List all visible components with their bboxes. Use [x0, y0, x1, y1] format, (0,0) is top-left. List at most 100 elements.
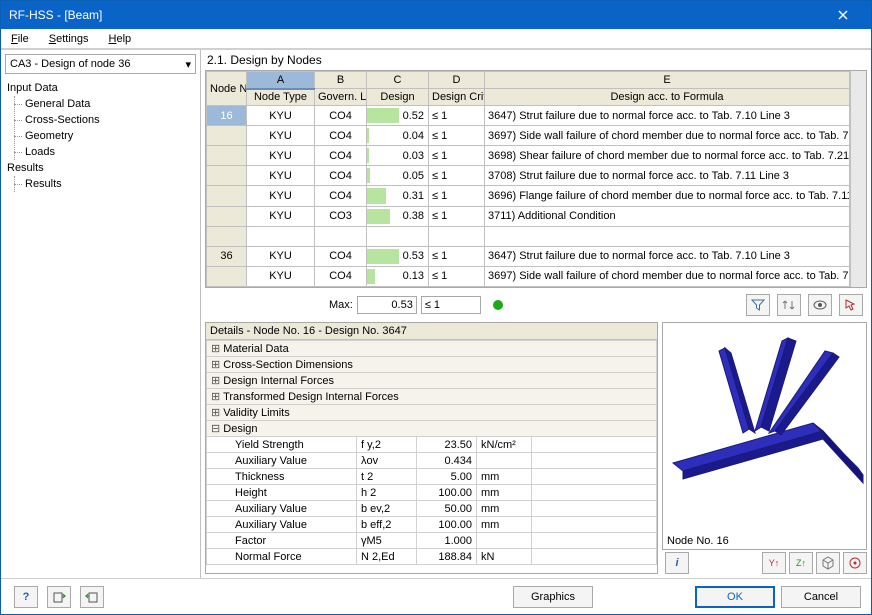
row-head[interactable]	[207, 146, 247, 166]
help-button[interactable]: ?	[14, 586, 38, 608]
menu-help[interactable]: Help	[103, 31, 138, 47]
cell-type[interactable]: KYU	[247, 266, 315, 286]
cell-type[interactable]: KYU	[247, 126, 315, 146]
max-value-input[interactable]	[357, 296, 417, 314]
col-formula[interactable]: Design acc. to Formula	[485, 89, 850, 106]
cell-criterion[interactable]	[429, 226, 485, 246]
row-head[interactable]: 16	[207, 106, 247, 126]
cell-lc[interactable]: CO4	[315, 146, 367, 166]
cell-formula[interactable]: 3698) Shear failure of chord member due …	[485, 146, 850, 166]
tree-cross-sections[interactable]: Cross-Sections	[7, 112, 194, 128]
cell-design[interactable]: 0.53	[367, 246, 429, 266]
viewer-canvas[interactable]: Node No. 16	[662, 322, 867, 550]
cell-criterion[interactable]: ≤ 1	[429, 166, 485, 186]
details-section[interactable]: Material Data	[207, 341, 657, 357]
filter-button[interactable]	[746, 294, 770, 316]
ok-button[interactable]: OK	[695, 586, 775, 608]
tree-loads[interactable]: Loads	[7, 144, 194, 160]
cell-type[interactable]	[247, 226, 315, 246]
cell-criterion[interactable]: ≤ 1	[429, 206, 485, 226]
cell-formula[interactable]: 3697) Side wall failure of chord member …	[485, 126, 850, 146]
tree-results-child[interactable]: Results	[7, 176, 194, 192]
col-criterion[interactable]: Design Criterion	[429, 89, 485, 106]
tree-general-data[interactable]: General Data	[7, 96, 194, 112]
view-print-button[interactable]	[843, 552, 867, 574]
col-letter-b[interactable]: B	[315, 72, 367, 89]
row-head[interactable]: 36	[207, 246, 247, 266]
tree-geometry[interactable]: Geometry	[7, 128, 194, 144]
details-section[interactable]: Cross-Section Dimensions	[207, 357, 657, 373]
row-head[interactable]	[207, 206, 247, 226]
cell-criterion[interactable]: ≤ 1	[429, 106, 485, 126]
details-table[interactable]: Material DataCross-Section DimensionsDes…	[206, 340, 657, 565]
view-z-button[interactable]: Z↑	[789, 552, 813, 574]
cell-formula[interactable]: 3708) Strut failure due to normal force …	[485, 166, 850, 186]
pick-button[interactable]	[839, 294, 863, 316]
cell-lc[interactable]: CO4	[315, 266, 367, 286]
cell-criterion[interactable]: ≤ 1	[429, 266, 485, 286]
cell-type[interactable]: KYU	[247, 246, 315, 266]
cell-formula[interactable]	[485, 226, 850, 246]
cell-lc[interactable]: CO4	[315, 166, 367, 186]
cell-design[interactable]: 0.31	[367, 186, 429, 206]
menu-settings[interactable]: Settings	[43, 31, 95, 47]
cell-lc[interactable]: CO4	[315, 126, 367, 146]
col-govern-lc[interactable]: Govern. LC	[315, 89, 367, 106]
col-node-type[interactable]: Node Type	[247, 89, 315, 106]
results-grid[interactable]: Node No. A B C D E Node Type Govern. LC …	[206, 71, 850, 287]
row-head[interactable]	[207, 266, 247, 286]
cell-lc[interactable]: CO4	[315, 246, 367, 266]
cell-type[interactable]: KYU	[247, 206, 315, 226]
cell-design[interactable]: 0.38	[367, 206, 429, 226]
cell-formula[interactable]: 3711) Additional Condition	[485, 206, 850, 226]
details-section[interactable]: Design Internal Forces	[207, 373, 657, 389]
col-design[interactable]: Design	[367, 89, 429, 106]
tree-results[interactable]: Results	[7, 160, 194, 176]
cell-design[interactable]: 0.13	[367, 266, 429, 286]
graphics-button[interactable]: Graphics	[513, 586, 593, 608]
cell-design[interactable]	[367, 226, 429, 246]
row-head[interactable]	[207, 186, 247, 206]
view-y-button[interactable]: Y↑	[762, 552, 786, 574]
tree-input-data[interactable]: Input Data	[7, 80, 194, 96]
view-iso-button[interactable]	[816, 552, 840, 574]
cell-type[interactable]: KYU	[247, 166, 315, 186]
cell-type[interactable]: KYU	[247, 106, 315, 126]
close-button[interactable]	[823, 5, 863, 25]
cell-lc[interactable]: CO4	[315, 106, 367, 126]
row-head[interactable]	[207, 226, 247, 246]
cell-formula[interactable]: 3696) Flange failure of chord member due…	[485, 186, 850, 206]
cell-formula[interactable]: 3647) Strut failure due to normal force …	[485, 246, 850, 266]
cell-design[interactable]: 0.05	[367, 166, 429, 186]
col-node-no[interactable]: Node No.	[207, 72, 247, 106]
case-select[interactable]: CA3 - Design of node 36 ▾	[5, 54, 196, 74]
cell-lc[interactable]	[315, 226, 367, 246]
row-head[interactable]	[207, 126, 247, 146]
cell-lc[interactable]: CO3	[315, 206, 367, 226]
export-button[interactable]	[47, 586, 71, 608]
cell-lc[interactable]: CO4	[315, 186, 367, 206]
cell-criterion[interactable]: ≤ 1	[429, 186, 485, 206]
cell-criterion[interactable]: ≤ 1	[429, 246, 485, 266]
row-head[interactable]	[207, 166, 247, 186]
cell-design[interactable]: 0.03	[367, 146, 429, 166]
cell-formula[interactable]: 3697) Side wall failure of chord member …	[485, 266, 850, 286]
col-letter-d[interactable]: D	[429, 72, 485, 89]
sort-button[interactable]	[777, 294, 801, 316]
cell-design[interactable]: 0.52	[367, 106, 429, 126]
cell-formula[interactable]: 3647) Strut failure due to normal force …	[485, 106, 850, 126]
details-section[interactable]: Validity Limits	[207, 405, 657, 421]
col-letter-a[interactable]: A	[247, 72, 315, 89]
info-button[interactable]: i	[665, 552, 689, 574]
col-letter-c[interactable]: C	[367, 72, 429, 89]
import-button[interactable]	[80, 586, 104, 608]
grid-scrollbar[interactable]	[850, 71, 866, 287]
cell-type[interactable]: KYU	[247, 186, 315, 206]
col-letter-e[interactable]: E	[485, 72, 850, 89]
cell-criterion[interactable]: ≤ 1	[429, 146, 485, 166]
menu-file[interactable]: File	[5, 31, 35, 47]
cancel-button[interactable]: Cancel	[781, 586, 861, 608]
details-section[interactable]: Transformed Design Internal Forces	[207, 389, 657, 405]
details-section-design[interactable]: Design	[207, 421, 657, 437]
cell-criterion[interactable]: ≤ 1	[429, 126, 485, 146]
